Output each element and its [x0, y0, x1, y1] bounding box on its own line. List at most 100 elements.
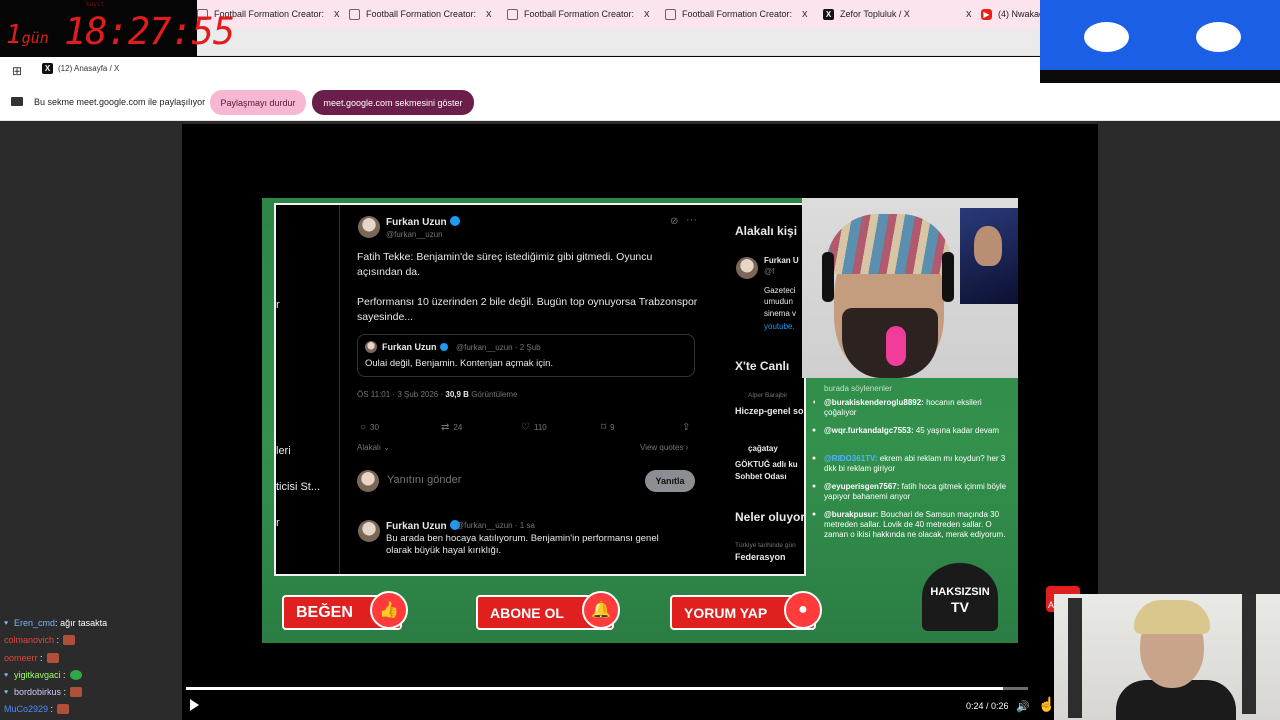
- screen: kayıt 1gün 18:27:55 Football Formation C…: [0, 0, 1280, 720]
- tweet-timestamp: ÖS 11:01 · 3 Şub 2026 · 30,9 B Görüntüle…: [357, 390, 517, 399]
- like-action[interactable]: ♡ 110: [521, 422, 547, 433]
- close-icon[interactable]: x: [966, 8, 972, 20]
- stop-sharing-button[interactable]: Paylaşmayı durdur: [210, 90, 306, 115]
- avatar: [365, 341, 377, 353]
- viewer-sep: :: [55, 618, 58, 628]
- live-1-title[interactable]: Hiczep-genel so: [735, 406, 804, 417]
- avatar[interactable]: [358, 520, 380, 542]
- show-meet-tab-button[interactable]: meet.google.com sekmesini göster: [312, 90, 474, 115]
- retweet-action[interactable]: ⇄ 24: [441, 422, 462, 433]
- live-2-title-2[interactable]: Sohbet Odası: [735, 471, 787, 482]
- chat-text: 45 yaşına kadar devam: [915, 426, 1000, 435]
- viewer-name: bordobirkus: [14, 687, 62, 697]
- subscribe-cta-label: ABONE OL: [490, 604, 564, 621]
- viewer-sep: :: [40, 653, 43, 663]
- viewer-name: yigitkavgaci: [14, 670, 61, 680]
- close-icon[interactable]: x: [644, 8, 650, 20]
- live-2-user: çağatay: [748, 444, 778, 453]
- bookmark-label: (12) Anasayfa / X: [58, 64, 120, 73]
- avatar[interactable]: [736, 257, 758, 279]
- viewer-name: Eren_cmd: [14, 618, 56, 628]
- x-logo-icon: X: [42, 63, 53, 74]
- view-count: 30,9 B: [445, 390, 469, 399]
- viewer-sep: :: [63, 687, 67, 697]
- like-cta-graphic: BEĞEN 👍: [282, 591, 408, 630]
- chat-user-icon: ◖: [811, 399, 817, 406]
- close-icon[interactable]: x: [486, 8, 492, 20]
- viewer-sep: :: [56, 635, 60, 645]
- reply-button[interactable]: Yanıtla: [645, 470, 695, 492]
- grok-icon[interactable]: ⊘: [670, 216, 678, 227]
- reply-action[interactable]: ○ 30: [360, 422, 379, 433]
- timestamp-text: ÖS 11:01 · 3 Şub 2026 ·: [357, 390, 444, 399]
- emote-icon: [69, 670, 82, 680]
- viewer-name: MuCo2929: [4, 704, 49, 714]
- chat-user: @burakiskenderoglu8892:: [824, 398, 924, 407]
- apps-grid-icon[interactable]: ⊞: [12, 64, 22, 78]
- headphone-right: [942, 252, 954, 302]
- relevant-sort[interactable]: Alakalı ⌄: [357, 443, 390, 452]
- wall-poster: [960, 208, 1018, 304]
- close-icon[interactable]: x: [334, 8, 340, 20]
- reply-icon: ○: [360, 422, 367, 433]
- trending-meta: Türkiye tarihinde gün: [735, 542, 796, 549]
- quoted-tweet[interactable]: Furkan Uzun @furkan__uzun · 2 Şub Oulai …: [357, 334, 695, 377]
- related-people-heading: Alakalı kişi: [735, 224, 798, 238]
- related-link[interactable]: youtube.: [764, 321, 795, 332]
- avatar[interactable]: [358, 216, 380, 238]
- chat-message: burada söylenenler: [808, 384, 1016, 394]
- badge-icon: ♥: [4, 619, 9, 627]
- stream-chat: burada söylenenler ◖ @burakiskenderoglu88…: [808, 380, 1018, 560]
- video-progress-fill: [186, 687, 1003, 690]
- close-icon[interactable]: x: [802, 8, 808, 20]
- bookmark-action[interactable]: ⌑ 9: [601, 422, 615, 433]
- retweet-count: 24: [453, 423, 463, 432]
- bookmark-item[interactable]: X (12) Anasayfa / X: [42, 63, 119, 74]
- view-quotes-label: View quotes: [640, 443, 684, 452]
- related-name[interactable]: Furkan U: [764, 255, 799, 266]
- trending-title[interactable]: Federasyon: [735, 552, 786, 563]
- left-fragment: leri: [276, 445, 291, 457]
- reply-input[interactable]: Yanıtını gönder: [387, 474, 461, 486]
- chat-user-icon: ●: [811, 511, 817, 518]
- volume-icon[interactable]: 🔊: [1016, 700, 1030, 713]
- left-fragment: ticisi St...: [276, 481, 321, 493]
- viewer-chat-line: oomeerr :: [4, 653, 59, 663]
- viewer-text: ağır tasakta: [60, 618, 108, 628]
- screen-share-bar: Bu sekme meet.google.com ile paylaşılıyo…: [0, 83, 1280, 121]
- video-progress-bar[interactable]: [186, 687, 1028, 690]
- viewer-chat-line: ♥ bordobirkus :: [4, 687, 83, 697]
- share-action[interactable]: ⇪: [682, 422, 694, 433]
- emote-icon: [70, 687, 83, 697]
- view-quotes-link[interactable]: View quotes ›: [640, 443, 688, 452]
- tweet-author-name[interactable]: Furkan Uzun: [386, 216, 460, 228]
- quoted-author-text: Furkan Uzun: [382, 342, 437, 352]
- chat-user-icon: ●: [811, 427, 817, 434]
- live-2-title-1[interactable]: GÖKTUĞ adlı ku: [735, 459, 798, 470]
- more-options-icon[interactable]: ···: [686, 214, 697, 226]
- chat-user-icon: ●: [811, 455, 817, 462]
- tab-5[interactable]: X Zefor Topluluk / X x: [823, 0, 972, 28]
- chat-line: @burakiskenderoglu8892: hocanın eksileri…: [824, 398, 1016, 418]
- like-count: 110: [533, 423, 547, 432]
- address-bar[interactable]: [197, 28, 1040, 56]
- tweet-author-handle[interactable]: @furkan__uzun: [386, 230, 443, 239]
- verified-badge-icon: [439, 343, 448, 351]
- reply-author-handle: @furkan__uzun · 1 sa: [456, 521, 535, 530]
- chat-message: ● @eyuperisgen7567: fatih hoca gitmek içi…: [808, 482, 1016, 502]
- tab-3[interactable]: Football Formation Creator: Re x: [507, 0, 650, 28]
- chat-user: @burakpusur:: [824, 510, 879, 519]
- chat-text: burada söylenenler: [824, 384, 893, 393]
- clock-days-value: 1: [6, 20, 22, 50]
- tab-2[interactable]: Football Formation Creator: Re x: [349, 0, 492, 28]
- reply-author-name[interactable]: Furkan Uzun: [386, 520, 460, 532]
- shelf: [1242, 594, 1256, 714]
- quoted-author-name: Furkan Uzun: [382, 342, 448, 352]
- viewer-chat-line: ♥ Eren_cmd: ağır tasakta: [4, 618, 107, 628]
- play-icon[interactable]: [190, 699, 199, 711]
- emote-icon: [46, 653, 59, 663]
- clock-days-unit: gün: [21, 29, 49, 47]
- chat-user-icon: ●: [811, 483, 817, 490]
- tab-4[interactable]: Football Formation Creator: Re x: [665, 0, 808, 28]
- chat-user: @wqr.furkandalgc7553:: [824, 426, 914, 435]
